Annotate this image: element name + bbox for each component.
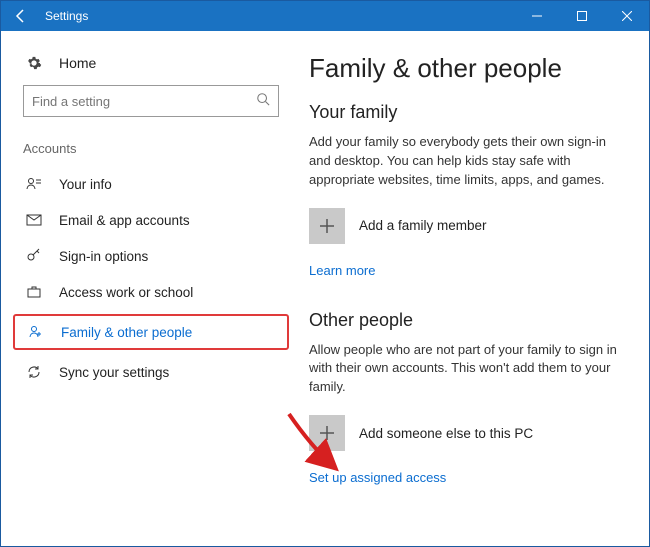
add-someone-else-button[interactable]: Add someone else to this PC (309, 415, 621, 451)
sidebar-item-label: Sign-in options (59, 249, 148, 264)
content-pane: Family & other people Your family Add yo… (301, 31, 649, 546)
minimize-icon (532, 11, 542, 21)
window-body: Home Accounts Your info Email & app (1, 31, 649, 546)
briefcase-icon (23, 284, 45, 300)
maximize-button[interactable] (559, 1, 604, 31)
sidebar-item-label: Your info (59, 177, 112, 192)
page-title: Family & other people (309, 53, 621, 84)
sidebar-item-email-accounts[interactable]: Email & app accounts (1, 202, 301, 238)
gear-icon (23, 55, 45, 71)
search-input[interactable] (32, 94, 256, 109)
home-button[interactable]: Home (1, 49, 301, 85)
settings-window: Settings Home Accoun (0, 0, 650, 547)
titlebar: Settings (1, 1, 649, 31)
plus-icon (309, 208, 345, 244)
sidebar-item-label: Email & app accounts (59, 213, 190, 228)
minimize-button[interactable] (514, 1, 559, 31)
add-family-label: Add a family member (359, 218, 487, 233)
add-someone-else-label: Add someone else to this PC (359, 426, 533, 441)
mail-icon (23, 212, 45, 228)
person-badge-icon (23, 176, 45, 192)
sidebar-item-your-info[interactable]: Your info (1, 166, 301, 202)
sidebar-item-label: Sync your settings (59, 365, 169, 380)
sidebar-item-label: Access work or school (59, 285, 193, 300)
arrow-left-icon (13, 8, 29, 24)
window-title: Settings (41, 9, 88, 23)
family-heading: Your family (309, 102, 621, 123)
family-description: Add your family so everybody gets their … (309, 133, 621, 190)
plus-icon (309, 415, 345, 451)
close-button[interactable] (604, 1, 649, 31)
search-icon (256, 92, 270, 111)
home-label: Home (59, 55, 96, 71)
sync-icon (23, 364, 45, 380)
sidebar-item-signin-options[interactable]: Sign-in options (1, 238, 301, 274)
maximize-icon (577, 11, 587, 21)
key-icon (23, 248, 45, 264)
people-icon (25, 324, 47, 340)
close-icon (622, 11, 632, 21)
search-box[interactable] (23, 85, 279, 117)
other-people-description: Allow people who are not part of your fa… (309, 341, 621, 398)
add-family-member-button[interactable]: Add a family member (309, 208, 621, 244)
other-people-heading: Other people (309, 310, 621, 331)
sidebar-item-label: Family & other people (61, 325, 192, 340)
section-label: Accounts (1, 135, 301, 166)
sidebar-item-sync-settings[interactable]: Sync your settings (1, 354, 301, 390)
sidebar: Home Accounts Your info Email & app (1, 31, 301, 546)
assigned-access-link[interactable]: Set up assigned access (309, 470, 446, 485)
sidebar-item-access-work-school[interactable]: Access work or school (1, 274, 301, 310)
sidebar-item-family-other-people[interactable]: Family & other people (13, 314, 289, 350)
back-button[interactable] (1, 1, 41, 31)
learn-more-link[interactable]: Learn more (309, 263, 375, 278)
